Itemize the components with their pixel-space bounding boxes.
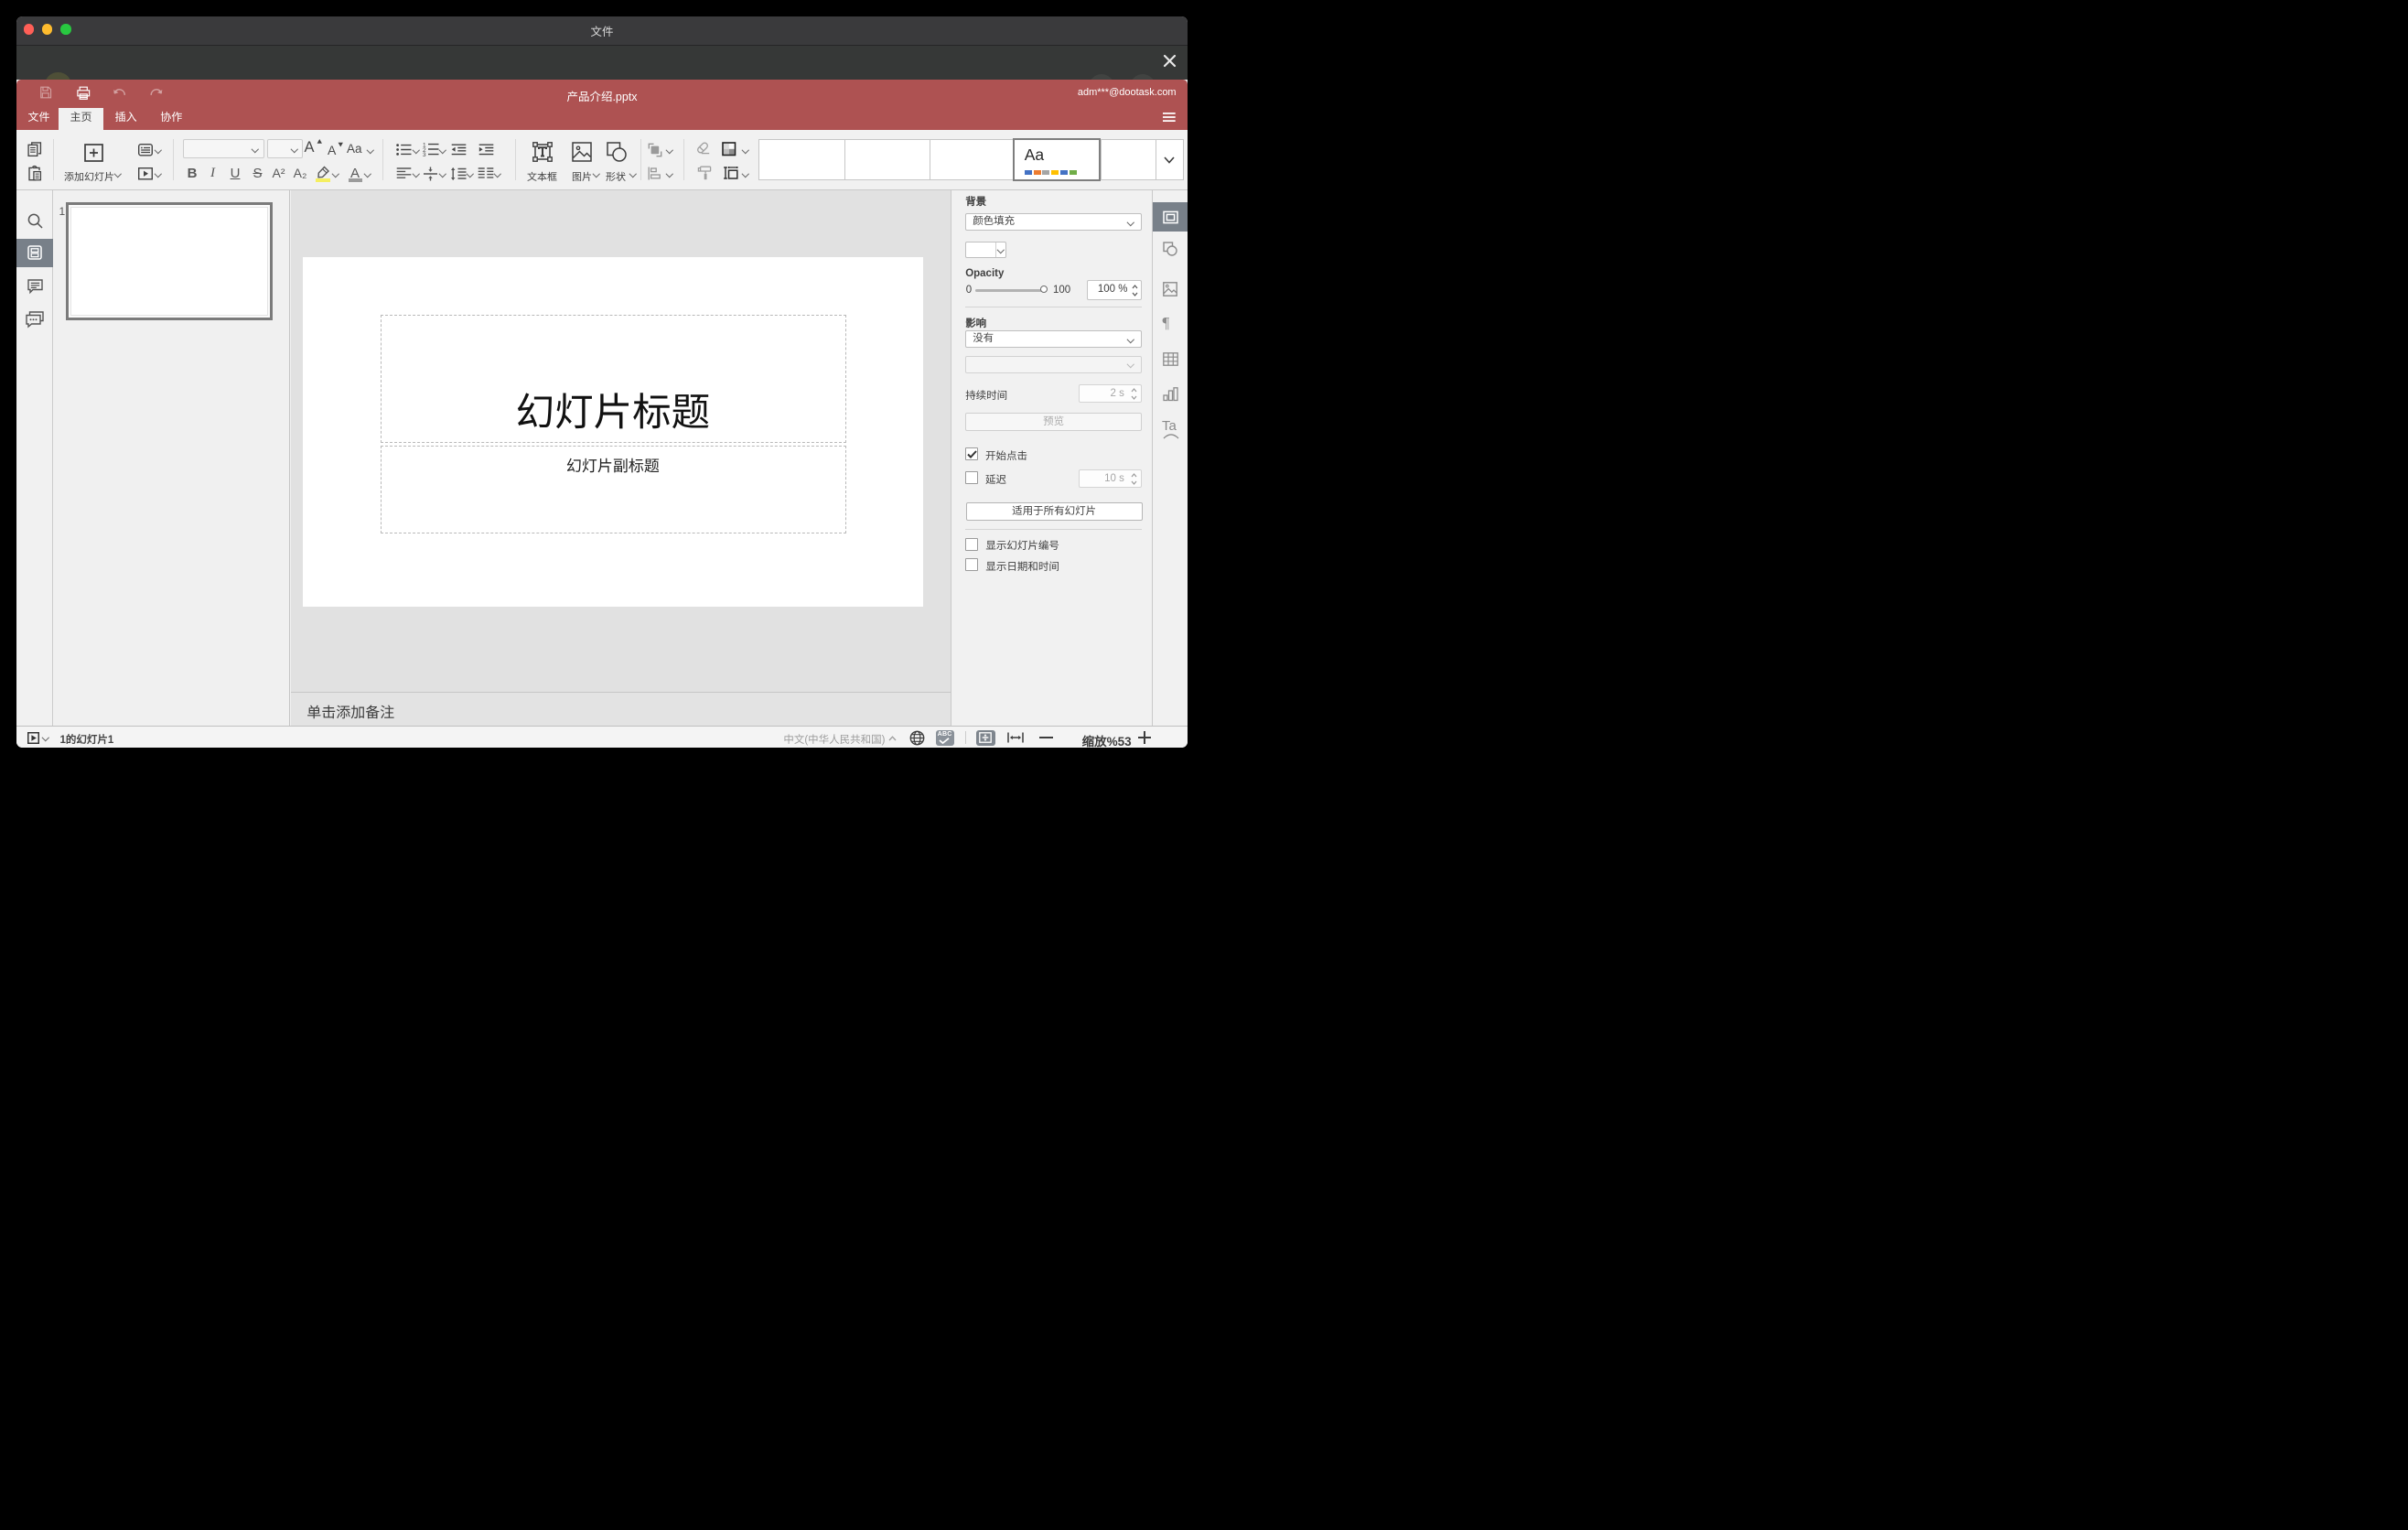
svg-text:3: 3: [423, 152, 426, 158]
